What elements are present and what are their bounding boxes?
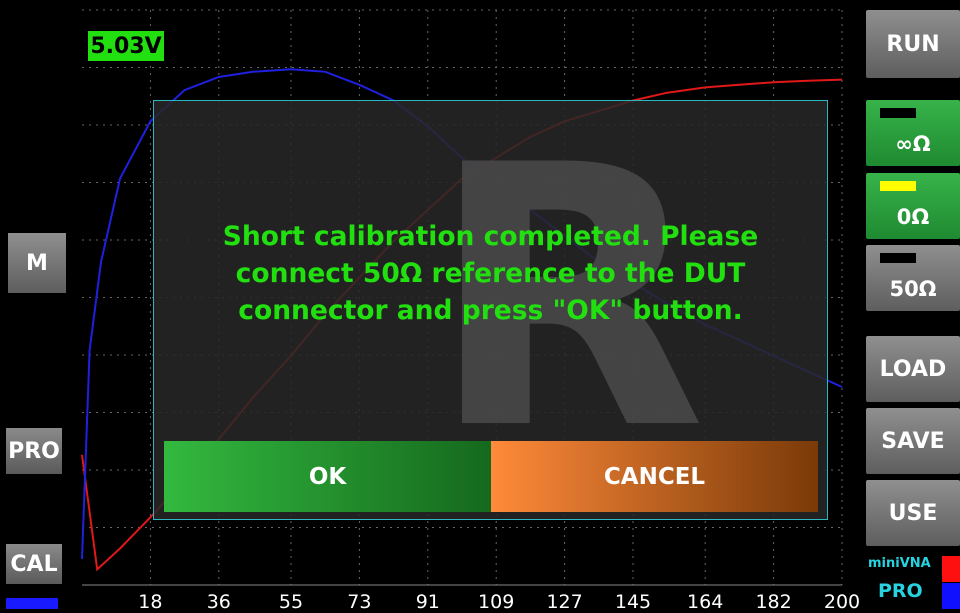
- x-tick-label: 109: [478, 591, 515, 613]
- pro-label: PRO: [8, 438, 60, 464]
- x-tick-label: 18: [138, 591, 163, 613]
- cal-button[interactable]: CAL: [6, 544, 62, 584]
- cancel-label: CANCEL: [603, 463, 706, 490]
- load50-cal-button[interactable]: 50Ω: [866, 245, 960, 311]
- dialog-message: Short calibration completed. Please conn…: [222, 221, 759, 326]
- x-tick-label: 182: [755, 591, 792, 613]
- logo-pro: PRO: [878, 580, 923, 602]
- load50-label: 50Ω: [889, 277, 937, 301]
- load-label: LOAD: [879, 356, 947, 382]
- use-label: USE: [888, 500, 938, 526]
- x-tick-label: 164: [687, 591, 724, 613]
- cal-label: CAL: [10, 551, 58, 577]
- x-tick-label: 36: [206, 591, 231, 613]
- m-button[interactable]: M: [8, 233, 66, 293]
- pro-button[interactable]: PRO: [6, 428, 62, 474]
- load50-indicator: [880, 253, 916, 263]
- blue-channel-indicator: [942, 583, 960, 609]
- m-label: M: [26, 250, 48, 276]
- voltage-readout: 5.03V: [88, 31, 164, 61]
- open-cal-button[interactable]: ∞Ω: [866, 100, 960, 166]
- load-button[interactable]: LOAD: [866, 336, 960, 402]
- short-cal-button[interactable]: 0Ω: [866, 173, 960, 239]
- short-label: 0Ω: [896, 205, 930, 229]
- open-indicator: [880, 108, 916, 118]
- run-label: RUN: [886, 31, 940, 57]
- run-button[interactable]: RUN: [866, 10, 960, 78]
- red-channel-indicator: [942, 556, 960, 582]
- ok-button[interactable]: OK: [164, 441, 491, 512]
- ok-label: OK: [308, 463, 347, 490]
- x-tick-label: 91: [415, 591, 440, 613]
- x-tick-label: 73: [347, 591, 372, 613]
- x-tick-label: 127: [546, 591, 583, 613]
- calibration-dialog: R Short calibration completed. Please co…: [153, 100, 828, 520]
- x-tick-label: 145: [614, 591, 652, 613]
- x-tick-label: 55: [278, 591, 304, 613]
- open-label: ∞Ω: [895, 132, 931, 156]
- cancel-button[interactable]: CANCEL: [491, 441, 818, 512]
- use-button[interactable]: USE: [866, 480, 960, 546]
- short-indicator: [880, 181, 916, 191]
- logo-minivna: miniVNA: [868, 556, 931, 571]
- x-tick-label: 200: [823, 591, 861, 613]
- save-label: SAVE: [881, 428, 945, 454]
- save-button[interactable]: SAVE: [866, 408, 960, 474]
- blue-indicator: [6, 598, 58, 609]
